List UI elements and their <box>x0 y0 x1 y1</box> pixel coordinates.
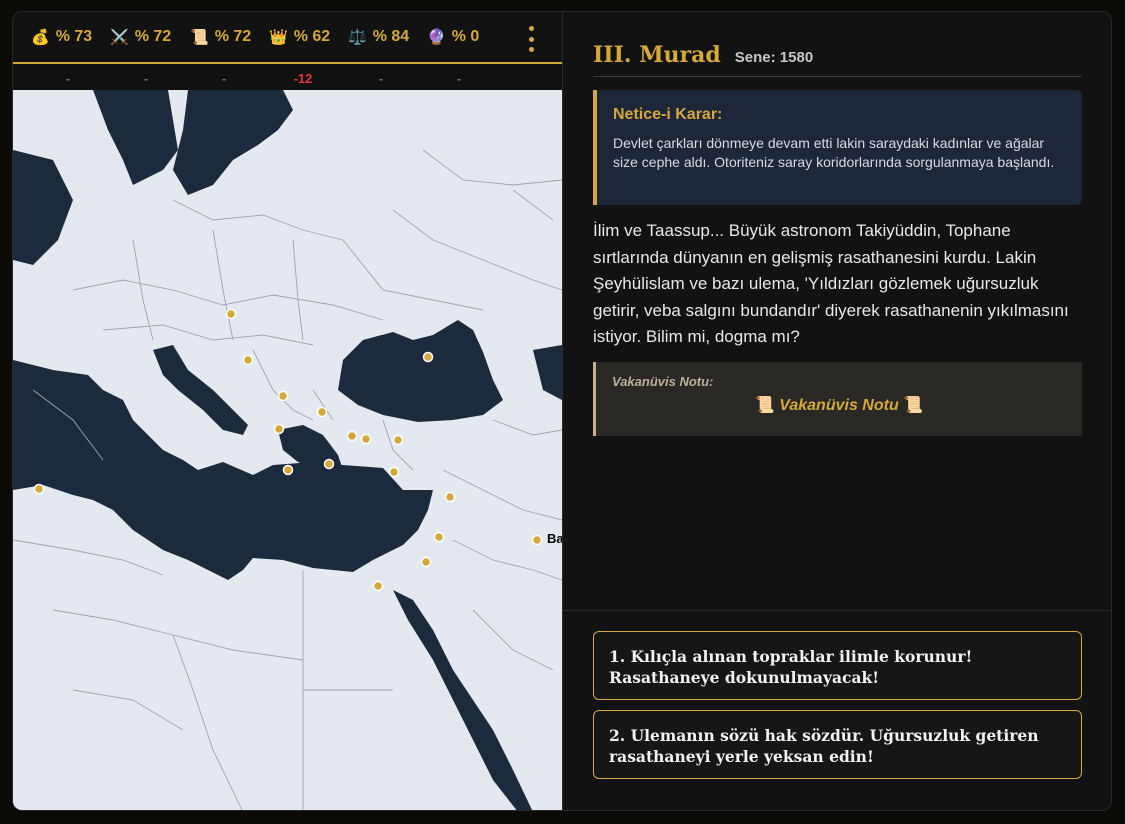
stat-justice: ⚖️ % 84 <box>348 28 409 46</box>
stat-value: % 73 <box>55 28 93 45</box>
game-frame: 💰 % 73 ⚔️ % 72 📜 % 72 👑 % 62 ⚖️ % 84 🔮 %… <box>12 11 1112 811</box>
stat-value: % 62 <box>293 28 331 45</box>
money-bag-icon: 💰 <box>31 28 50 46</box>
scroll-icon: 📜 <box>754 397 775 414</box>
stat-delta: - <box>221 71 227 86</box>
result-title: Netice-i Karar: <box>613 106 723 123</box>
decision-result-box: Netice-i Karar: Devlet çarkları dönmeye … <box>593 90 1082 205</box>
chronicler-note-box: Vakanüvis Notu: 📜 Vakanüvis Notu 📜 <box>593 362 1082 436</box>
ruler-header: III. Murad Sene: 1580 <box>593 42 1082 77</box>
map-graphic <box>13 90 562 810</box>
choice-label: 2. Ulemanın sözü hak sözdür. Uğursuzluk … <box>609 726 1039 766</box>
stat-treasury: 💰 % 73 <box>31 28 92 46</box>
stat-value: % 72 <box>134 28 172 45</box>
stat-religion: 📜 % 72 <box>190 28 251 46</box>
scroll-icon: 📜 <box>190 28 209 46</box>
menu-kebab-icon[interactable] <box>521 26 541 52</box>
balance-scale-icon: ⚖️ <box>348 28 367 46</box>
stat-delta-bar: - - - -12 - - <box>13 66 562 90</box>
event-story-text: İlim ve Taassup... Büyük astronom Takiyü… <box>593 221 1069 346</box>
note-button-label: Vakanüvis Notu <box>779 397 899 414</box>
crossed-swords-icon: ⚔️ <box>110 28 129 46</box>
scroll-icon: 📜 <box>903 397 924 414</box>
stat-delta: - <box>143 71 149 86</box>
divider <box>563 610 1111 611</box>
stat-army: ⚔️ % 72 <box>110 28 171 46</box>
chronicler-note-button[interactable]: 📜 Vakanüvis Notu 📜 <box>612 395 1066 415</box>
stat-mystic: 🔮 % 0 <box>427 28 479 46</box>
stat-delta: - <box>456 71 462 86</box>
map-panel: 💰 % 73 ⚔️ % 72 📜 % 72 👑 % 62 ⚖️ % 84 🔮 %… <box>13 12 562 810</box>
choice-1-button[interactable]: 1. Kılıçla alınan topraklar ilimle korun… <box>593 631 1082 700</box>
year-label: Sene: 1580 <box>734 49 814 66</box>
stat-delta: - <box>65 71 71 86</box>
stat-palace: 👑 % 62 <box>269 28 330 46</box>
stat-delta-negative: -12 <box>293 71 313 86</box>
stat-delta: - <box>378 71 384 86</box>
sultan-name: III. Murad <box>593 42 721 68</box>
crown-icon: 👑 <box>269 28 288 46</box>
stat-value: % 84 <box>372 28 410 45</box>
stat-value: % 0 <box>451 28 480 45</box>
city-label: Ba <box>547 531 562 546</box>
result-text: Devlet çarkları dönmeye devam etti lakin… <box>613 135 1055 170</box>
choice-2-button[interactable]: 2. Ulemanın sözü hak sözdür. Uğursuzluk … <box>593 710 1082 779</box>
stats-bar: 💰 % 73 ⚔️ % 72 📜 % 72 👑 % 62 ⚖️ % 84 🔮 %… <box>13 12 562 64</box>
empire-map[interactable]: Ba <box>13 90 562 810</box>
note-label: Vakanüvis Notu: <box>612 374 714 389</box>
stat-value: % 72 <box>214 28 252 45</box>
crystal-ball-icon: 🔮 <box>427 28 446 46</box>
story-panel: III. Murad Sene: 1580 Netice-i Karar: De… <box>562 12 1111 810</box>
choice-label: 1. Kılıçla alınan topraklar ilimle korun… <box>609 647 973 687</box>
